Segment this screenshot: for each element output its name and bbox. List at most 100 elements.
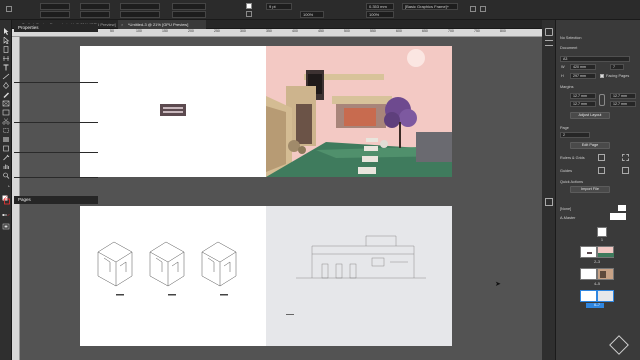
margin-bottom-field[interactable]: 12.7 mm	[570, 101, 596, 107]
link-margins-icon[interactable]	[599, 94, 605, 106]
ruler-toggle-icon[interactable]	[598, 154, 605, 161]
fitting-fill-icon[interactable]	[480, 6, 486, 12]
layers-panel-icon[interactable]	[545, 40, 553, 46]
font-size-field[interactable]: 9 pt	[266, 3, 292, 10]
document-section-label: Document	[560, 46, 578, 50]
ruler-tick: 250	[214, 29, 220, 33]
stroke-swatch-icon[interactable]	[246, 11, 252, 17]
close-tab-icon[interactable]: ×	[121, 20, 123, 29]
page-thumbnail-7[interactable]	[597, 290, 614, 302]
rectangle-frame-tool-icon[interactable]	[2, 100, 10, 107]
margin-left-field[interactable]: 12.7 mm	[610, 93, 636, 99]
apply-color-icon[interactable]	[2, 213, 10, 220]
fill-swatch-icon[interactable]	[246, 3, 252, 9]
shear-field[interactable]	[172, 11, 206, 18]
divider	[14, 82, 98, 83]
height-icon: H	[561, 74, 564, 78]
none-master-thumbnail[interactable]	[618, 205, 626, 211]
grid-toggle-icon[interactable]	[622, 154, 629, 161]
percent-field[interactable]: 100%	[366, 11, 394, 18]
type-tool-icon[interactable]	[2, 64, 10, 71]
swap-fill-stroke-icon[interactable]	[2, 185, 10, 192]
smart-guides-icon[interactable]	[622, 167, 629, 174]
hand-tool-icon[interactable]	[2, 163, 10, 170]
height-field[interactable]: 297 mm	[570, 73, 596, 79]
selection-tool-icon[interactable]	[2, 28, 10, 35]
section-drawing-image[interactable]	[266, 206, 452, 346]
pasteboard[interactable]: ➤	[20, 37, 542, 360]
properties-panel-icon[interactable]	[545, 28, 553, 36]
none-master-label[interactable]: [None]	[560, 207, 571, 211]
margins-section-label: Margins	[560, 85, 574, 89]
eyedropper-tool-icon[interactable]	[2, 154, 10, 161]
scale-y-field[interactable]	[120, 11, 160, 18]
stroke-weight-field[interactable]: 0.353 mm	[366, 3, 394, 10]
architecture-render-image[interactable]	[266, 46, 452, 177]
scale-x-field[interactable]	[120, 3, 160, 10]
pen-tool-icon[interactable]	[2, 82, 10, 89]
margin-top-field[interactable]: 12.7 mm	[570, 93, 596, 99]
pages-count-field[interactable]: 7	[610, 64, 624, 70]
page-thumbnail-5[interactable]	[597, 268, 614, 280]
import-file-button[interactable]: Import File	[570, 186, 610, 193]
rotate-field[interactable]	[172, 3, 206, 10]
page-thumbnail-2[interactable]	[580, 246, 597, 258]
page-left-spread-1[interactable]	[80, 46, 266, 177]
image-placeholder[interactable]	[160, 104, 186, 116]
line-tool-icon[interactable]	[2, 73, 10, 80]
note-tool-icon[interactable]	[2, 145, 10, 152]
edit-page-button[interactable]: Edit Page	[570, 142, 610, 149]
page-thumbnail-3[interactable]	[597, 246, 614, 258]
ruler-tick: 100	[136, 29, 142, 33]
width-field[interactable]: 420 mm	[570, 64, 596, 70]
direct-selection-tool-icon[interactable]	[2, 37, 10, 44]
h-field[interactable]	[80, 11, 110, 18]
a-master-thumbnail[interactable]	[610, 213, 626, 220]
page-right-spread-1[interactable]	[266, 46, 452, 177]
page-left-spread-2[interactable]	[80, 206, 266, 346]
page-select[interactable]: 2	[560, 132, 590, 138]
w-field[interactable]	[80, 3, 110, 10]
ruler-tick: 550	[370, 29, 376, 33]
facing-pages-label: Facing Pages	[606, 74, 630, 78]
pages-panel-header[interactable]: Pages	[14, 196, 98, 204]
panel-icon-strip	[542, 20, 556, 360]
fitting-icon[interactable]	[470, 6, 476, 12]
a-master-label[interactable]: A-Master	[560, 216, 575, 220]
fill-stroke-swatches-icon[interactable]	[2, 195, 10, 207]
control-bar: 9 pt 100% 0.353 mm 100% [Basic Graphics …	[0, 0, 640, 20]
margin-right-field[interactable]: 12.7 mm	[610, 101, 636, 107]
reference-point-icon[interactable]	[6, 6, 12, 12]
screen-mode-icon[interactable]	[2, 223, 10, 230]
adjust-layout-button[interactable]: Adjust Layout	[570, 112, 610, 119]
gap-tool-icon[interactable]	[2, 55, 10, 62]
facing-pages-checkbox[interactable]	[600, 74, 604, 78]
divider	[14, 122, 98, 123]
x-field[interactable]	[40, 3, 70, 10]
page-size-select[interactable]: A3	[560, 56, 630, 62]
scissors-tool-icon[interactable]	[2, 118, 10, 125]
properties-panel-header[interactable]: Properties	[14, 24, 98, 32]
free-transform-tool-icon[interactable]	[2, 127, 10, 134]
zoom-tool-icon[interactable]	[2, 172, 10, 179]
ruler-tick: 450	[318, 29, 324, 33]
page-tool-icon[interactable]	[2, 46, 10, 53]
ruler-tick: 400	[292, 29, 298, 33]
ruler-tick: 650	[422, 29, 428, 33]
y-field[interactable]	[40, 11, 70, 18]
frame-style-select[interactable]: [Basic Graphics Frame]+	[402, 3, 458, 10]
page-thumbnail-6[interactable]	[580, 290, 597, 302]
tab-untitled-3[interactable]: × *Untitled-3 @ 21% [GPU Preview]	[118, 20, 206, 29]
pages-panel-icon[interactable]	[545, 198, 553, 206]
tools-panel	[0, 20, 12, 360]
pencil-tool-icon[interactable]	[2, 91, 10, 98]
rectangle-tool-icon[interactable]	[2, 109, 10, 116]
page-thumbnail-4[interactable]	[580, 268, 597, 280]
page-right-spread-2[interactable]	[266, 206, 452, 346]
guides-toggle-icon[interactable]	[598, 167, 605, 174]
gradient-tool-icon[interactable]	[2, 136, 10, 143]
page-thumbnail-1[interactable]	[597, 227, 607, 237]
zoom-field[interactable]: 100%	[300, 11, 324, 18]
ruler-tick: 200	[188, 29, 194, 33]
axonometric-drawings-image[interactable]	[80, 206, 266, 346]
